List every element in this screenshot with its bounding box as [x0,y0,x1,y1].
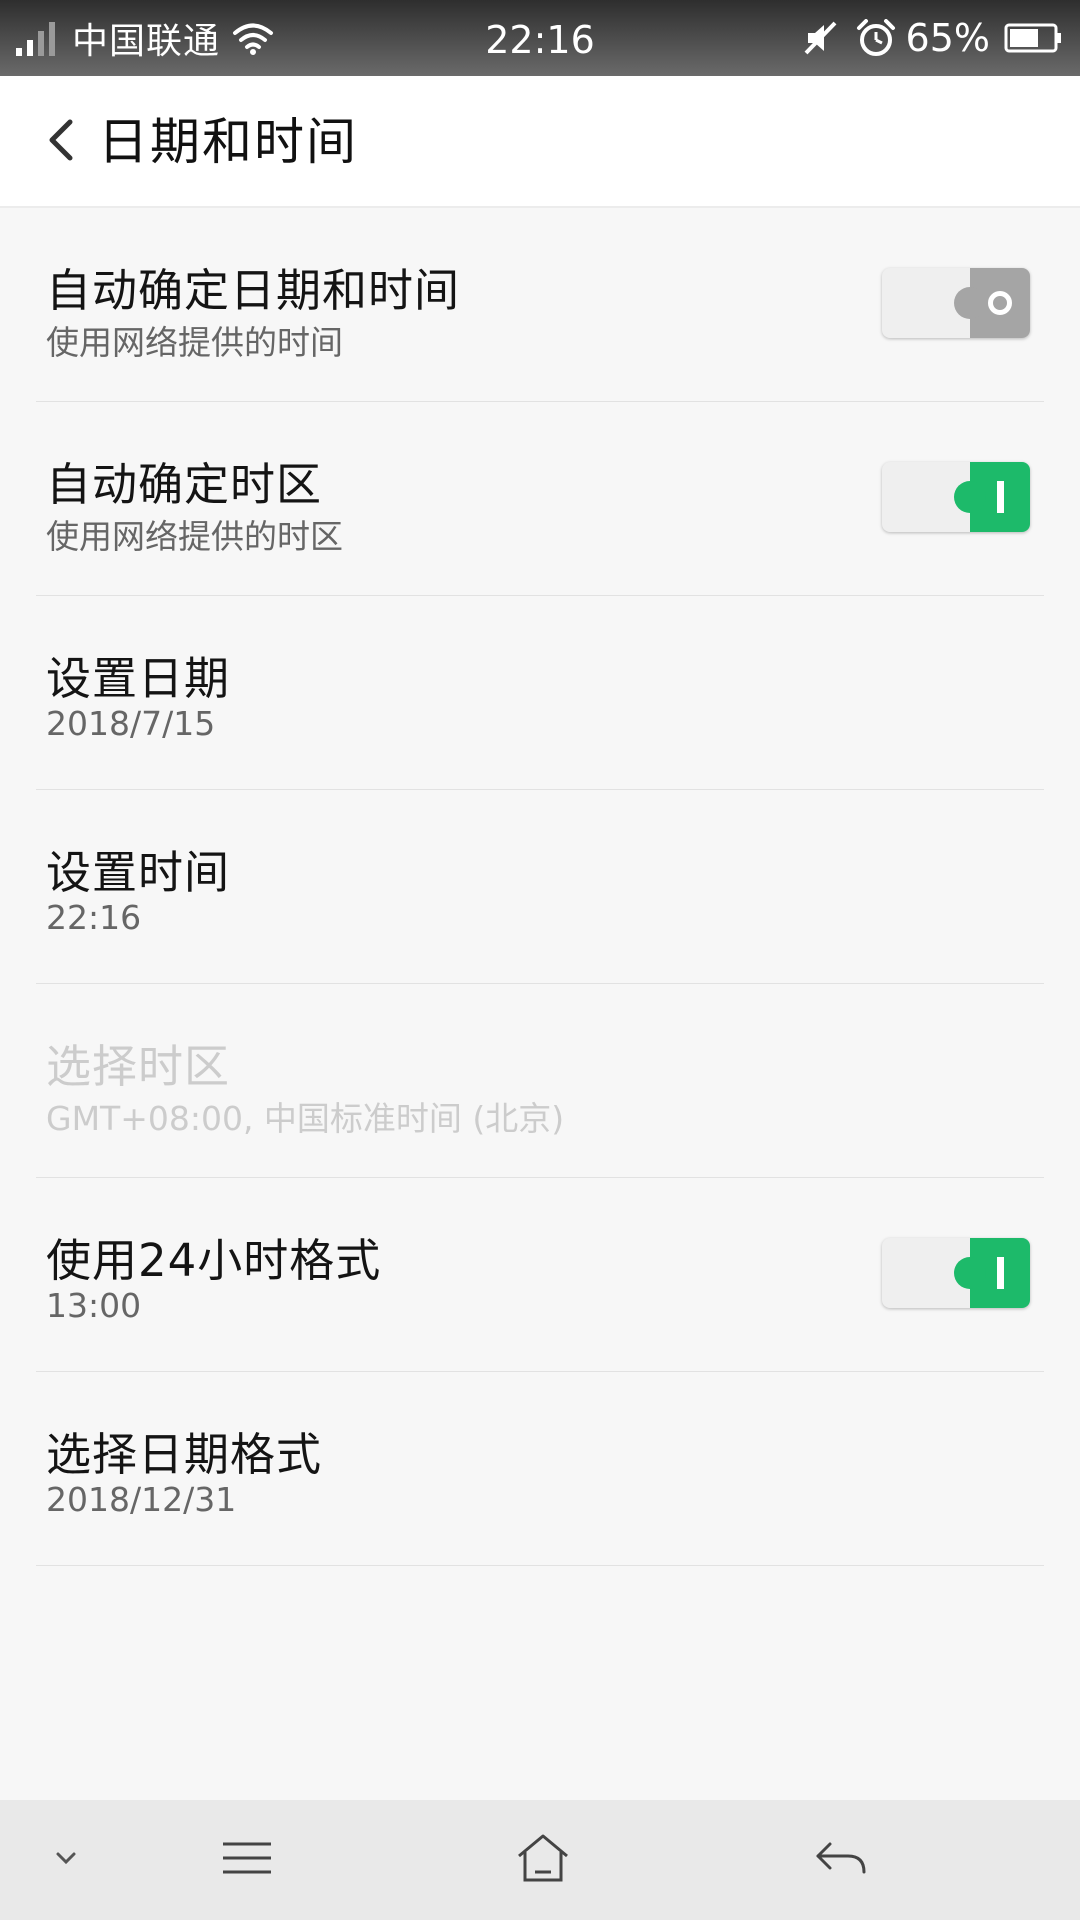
setting-set-time[interactable]: 设置时间 22:16 [36,790,1044,984]
back-arrow-icon [42,116,82,168]
setting-select-timezone: 选择时区 GMT+08:00, 中国标准时间 (北京) [36,984,1044,1178]
setting-value: 2018/12/31 [46,1480,237,1519]
setting-24-hour-format[interactable]: 使用24小时格式 13:00 [36,1178,1044,1372]
back-button[interactable] [22,102,102,182]
setting-title: 设置日期 [46,652,231,705]
app-header: 日期和时间 [0,76,1080,208]
auto-timezone-toggle[interactable] [882,462,1030,532]
setting-title: 自动确定时区 [46,458,323,511]
menu-icon [221,1838,273,1882]
setting-title: 设置时间 [46,846,231,899]
home-button[interactable] [503,1820,583,1900]
battery-icon [1004,22,1064,54]
setting-date-format[interactable]: 选择日期格式 2018/12/31 [36,1372,1044,1566]
settings-list: 自动确定日期和时间 使用网络提供的时间 自动确定时区 使用网络提供的时区 设置日… [0,208,1080,1566]
collapse-chevron-icon [52,1848,80,1872]
setting-subtitle: 使用网络提供的时区 [46,517,343,556]
setting-value: 2018/7/15 [46,704,216,743]
collapse-nav-button[interactable] [26,1820,106,1900]
setting-title: 自动确定日期和时间 [46,264,461,317]
toggle-on-icon [996,481,1004,513]
setting-value: 22:16 [46,898,142,937]
setting-set-date[interactable]: 设置日期 2018/7/15 [36,596,1044,790]
setting-auto-date-time[interactable]: 自动确定日期和时间 使用网络提供的时间 [36,208,1044,402]
auto-date-time-toggle[interactable] [882,268,1030,338]
setting-subtitle: 使用网络提供的时间 [46,323,343,362]
setting-value: 13:00 [46,1286,142,1325]
back-icon [814,1838,868,1882]
home-icon [515,1832,571,1888]
24-hour-format-toggle[interactable] [882,1238,1030,1308]
battery-percent: 65% [905,16,990,60]
toggle-knob [954,1238,1030,1308]
page-title: 日期和时间 [98,113,358,171]
menu-button[interactable] [207,1820,287,1900]
alarm-icon [856,19,896,57]
toggle-off-icon [988,291,1012,315]
status-bar: 中国联通 22:16 65% [0,0,1080,76]
setting-title: 选择日期格式 [46,1428,323,1481]
toggle-knob [954,268,1030,338]
toggle-on-icon [996,1257,1004,1289]
setting-title: 使用24小时格式 [46,1234,382,1287]
setting-title: 选择时区 [46,1040,231,1093]
nav-back-button[interactable] [801,1820,881,1900]
setting-value: GMT+08:00, 中国标准时间 (北京) [46,1099,565,1138]
mute-icon [802,20,838,56]
status-right: 65% [802,0,1064,76]
navigation-bar [0,1800,1080,1920]
toggle-knob [954,462,1030,532]
setting-auto-timezone[interactable]: 自动确定时区 使用网络提供的时区 [36,402,1044,596]
